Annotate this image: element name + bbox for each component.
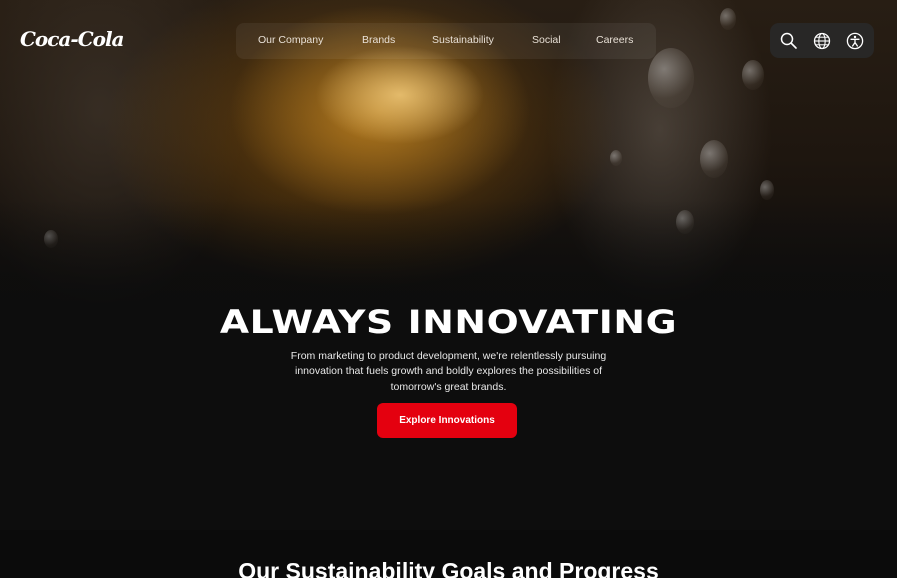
search-icon[interactable] — [779, 31, 799, 51]
main-navigation: Our Company Brands Sustainability Social… — [236, 23, 656, 59]
nav-sustainability[interactable]: Sustainability — [432, 34, 494, 46]
hero-title: ALWAYS INNOVATING — [219, 303, 678, 342]
nav-careers[interactable]: Careers — [596, 34, 633, 46]
accessibility-icon[interactable] — [845, 31, 865, 51]
nav-social[interactable]: Social — [532, 34, 561, 46]
coca-cola-logo[interactable]: Coca-Cola — [20, 27, 125, 51]
nav-our-company[interactable]: Our Company — [258, 34, 323, 46]
nav-brands[interactable]: Brands — [362, 34, 395, 46]
hero-description: From marketing to product development, w… — [290, 349, 607, 393]
explore-innovations-button[interactable]: Explore Innovations — [377, 403, 517, 438]
page: Coca-Cola Our Company Brands Sustainabil… — [0, 0, 897, 578]
globe-icon[interactable] — [812, 31, 832, 51]
sustainability-section-title: Our Sustainability Goals and Progress — [238, 558, 659, 578]
utility-toolbar — [770, 23, 874, 58]
